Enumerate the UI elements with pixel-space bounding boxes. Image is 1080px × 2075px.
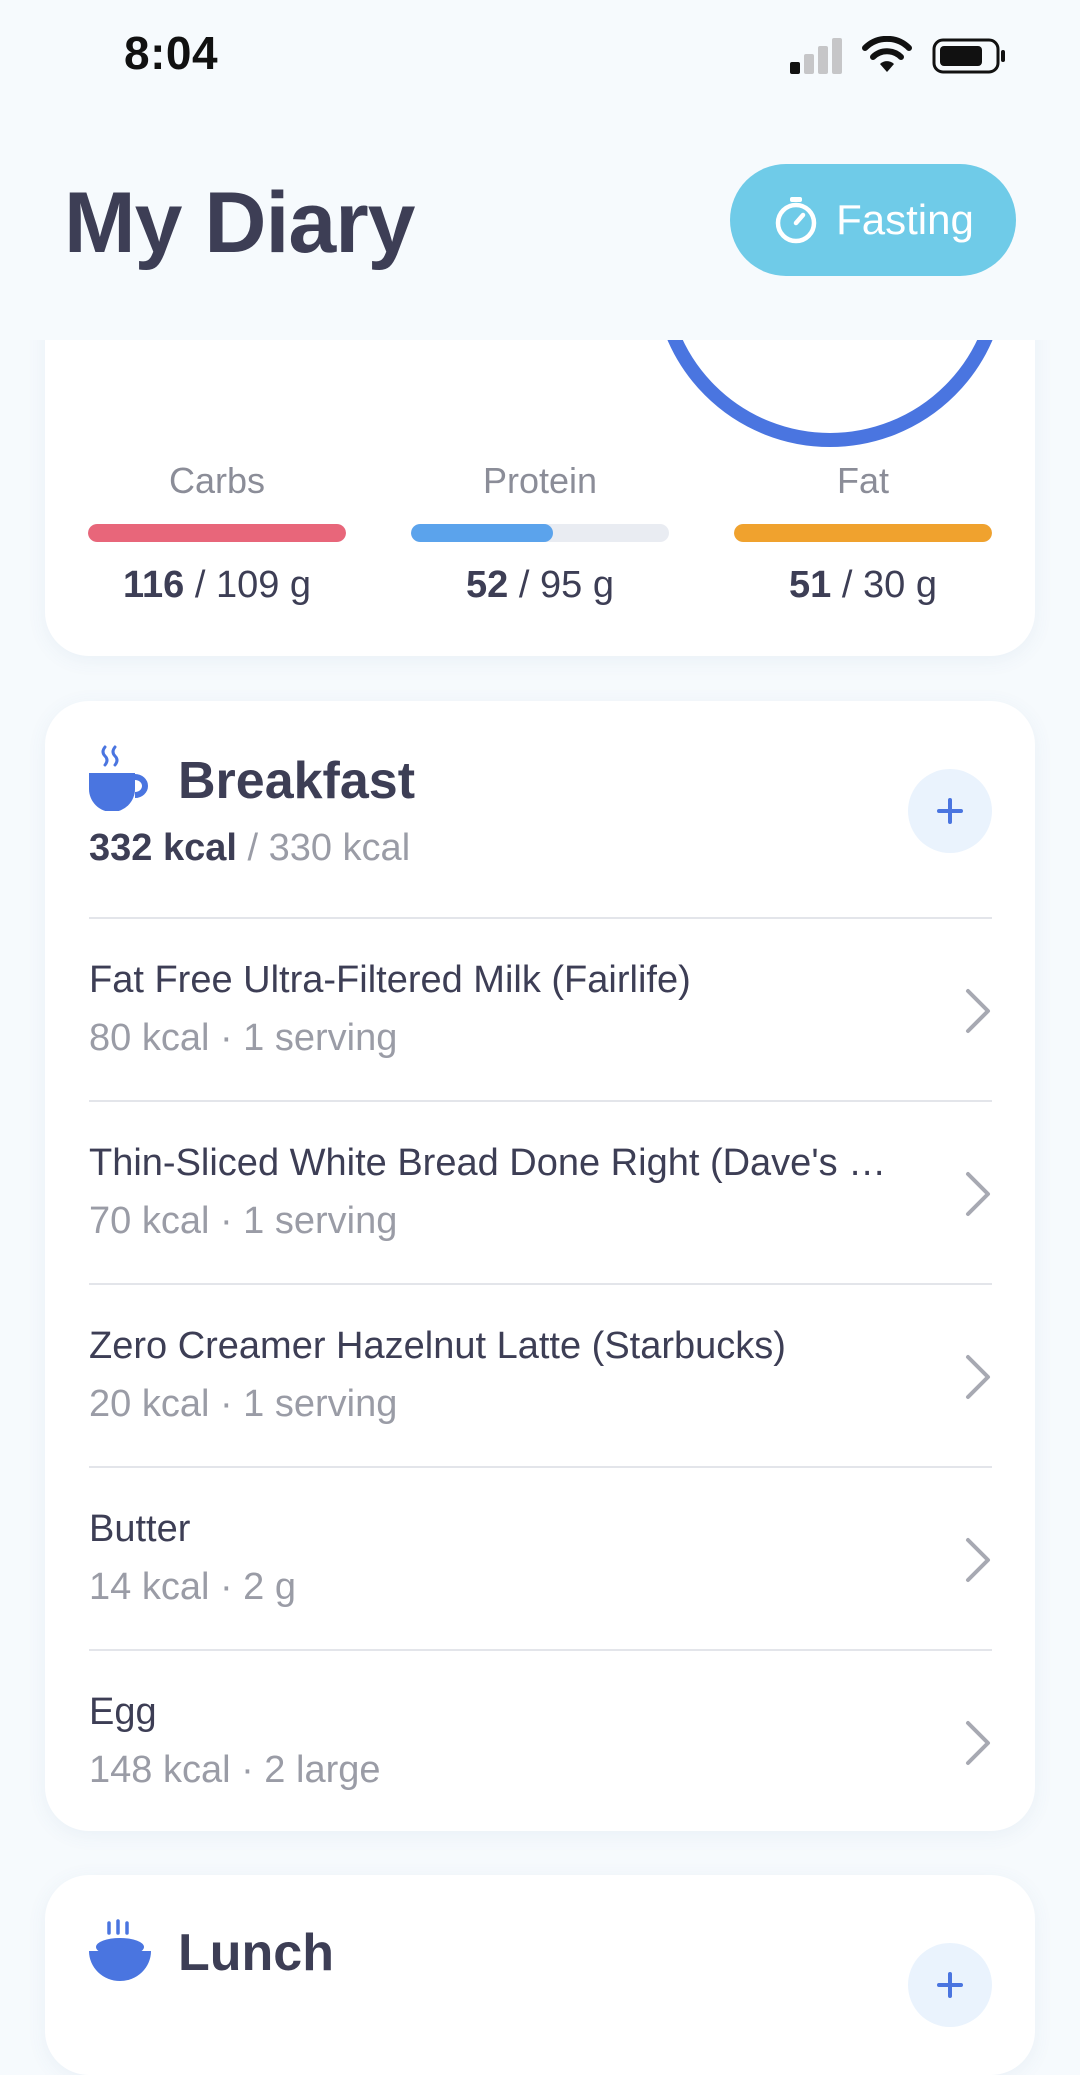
fasting-button[interactable]: Fasting: [730, 164, 1016, 276]
food-item[interactable]: Zero Creamer Hazelnut Latte (Starbucks) …: [89, 1283, 992, 1466]
food-detail: 70 kcal · 1 serving: [89, 1200, 398, 1242]
macro-carbs: Carbs 116 / 109 g: [88, 460, 346, 607]
wifi-icon: [862, 36, 912, 72]
food-name: Fat Free Ultra-Filtered Milk (Fairlife): [89, 959, 691, 1001]
food-item[interactable]: Butter 14 kcal · 2 g: [89, 1466, 992, 1649]
macro-label: Protein: [482, 460, 598, 501]
chevron-right-icon: [966, 1172, 990, 1216]
fasting-label: Fasting: [836, 196, 974, 243]
coffee-cup-icon: [89, 745, 148, 811]
battery-icon: [932, 38, 1005, 74]
macro-value: 51 / 30 g: [789, 564, 937, 606]
food-name: Egg: [89, 1691, 157, 1733]
food-item[interactable]: Thin-Sliced White Bread Done Right (Dave…: [89, 1100, 992, 1283]
add-food-button[interactable]: [908, 1943, 992, 2027]
stopwatch-icon: [775, 197, 817, 244]
status-time: 8:04: [124, 27, 219, 79]
breakfast-card: Breakfast 332 kcal / 330 kcal Fat Free U…: [45, 701, 1035, 1831]
food-item[interactable]: Fat Free Ultra-Filtered Milk (Fairlife) …: [89, 917, 992, 1100]
food-detail: 14 kcal · 2 g: [89, 1566, 296, 1608]
add-food-button[interactable]: [908, 769, 992, 853]
cellular-signal-icon: [790, 38, 842, 74]
macro-fat: Fat 51 / 30 g: [734, 460, 992, 607]
food-detail: 80 kcal · 1 serving: [89, 1017, 398, 1059]
food-name: Zero Creamer Hazelnut Latte (Starbucks): [89, 1325, 786, 1367]
macro-protein: Protein 52 / 95 g: [411, 460, 669, 607]
macro-value: 116 / 109 g: [122, 564, 312, 606]
food-detail: 20 kcal · 1 serving: [89, 1383, 398, 1425]
page-header: My Diary Fasting: [0, 110, 1080, 340]
macro-value: 52 / 95 g: [466, 564, 614, 606]
food-list: Fat Free Ultra-Filtered Milk (Fairlife) …: [89, 917, 992, 1831]
macro-progress-fill: [88, 524, 346, 542]
page-title: My Diary: [64, 175, 415, 271]
macro-progress-bar: [734, 524, 992, 542]
macro-progress-fill: [734, 524, 992, 542]
meal-calories: 332 kcal / 330 kcal: [89, 827, 411, 869]
lunch-card: Lunch: [45, 1875, 1035, 2075]
meal-name: Lunch: [178, 1924, 334, 1982]
food-name: Butter: [89, 1508, 191, 1550]
meal-name: Breakfast: [178, 752, 416, 810]
macro-label: Fat: [836, 460, 889, 501]
food-detail: 148 kcal · 2 large: [89, 1749, 381, 1791]
food-name: Thin-Sliced White Bread Done Right (Dave…: [89, 1142, 909, 1184]
chevron-right-icon: [966, 1355, 990, 1399]
macro-progress-fill: [411, 524, 553, 542]
chevron-right-icon: [966, 1721, 990, 1765]
plus-icon: [937, 1972, 963, 1998]
macro-label: Carbs: [168, 460, 266, 501]
chevron-right-icon: [966, 989, 990, 1033]
food-item[interactable]: Egg 148 kcal · 2 large: [89, 1649, 992, 1831]
status-bar: 8:04: [0, 0, 1080, 110]
plus-icon: [937, 798, 963, 824]
chevron-right-icon: [966, 1538, 990, 1582]
macro-progress-bar: [411, 524, 669, 542]
macro-progress-bar: [88, 524, 346, 542]
rice-bowl-icon: [89, 1919, 151, 1981]
